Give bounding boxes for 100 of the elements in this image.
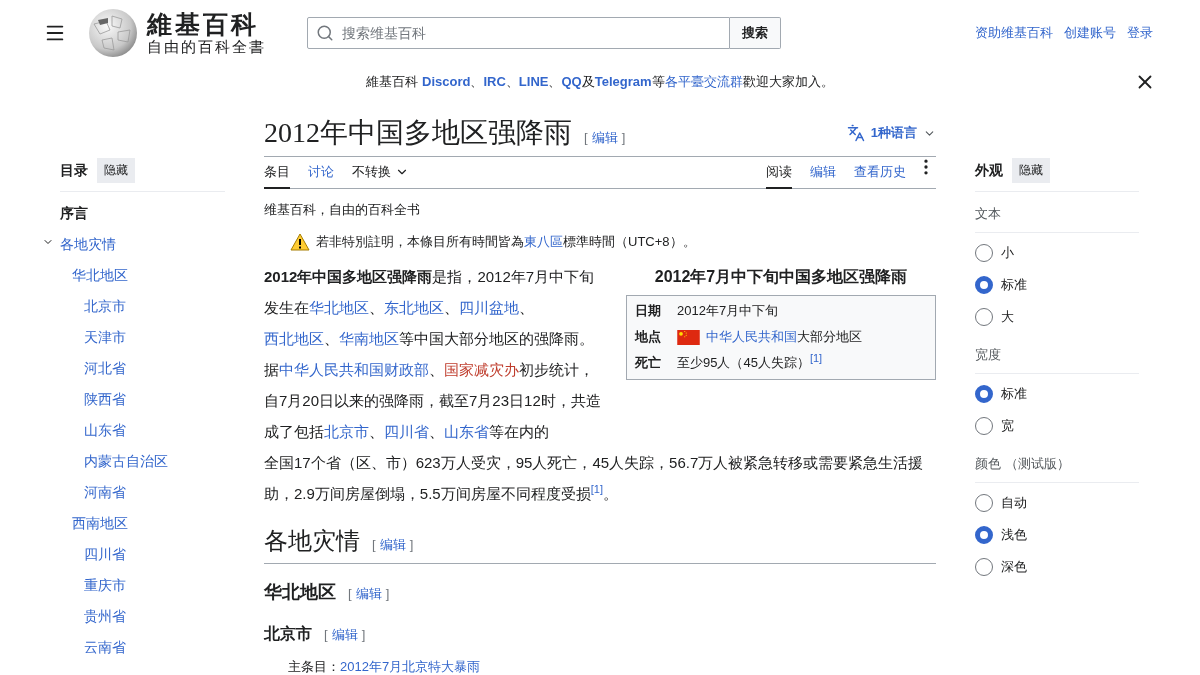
infobox-value: 中华人民共和国大部分地区	[706, 328, 862, 346]
radio-label: 自动	[1001, 494, 1027, 512]
toc-link[interactable]: 序言	[60, 198, 88, 229]
bracket: [	[584, 130, 588, 145]
wordmark: 維基百科	[147, 10, 260, 38]
toc-link[interactable]: 华北地区	[72, 260, 128, 291]
toc-link[interactable]: 重庆市	[84, 570, 126, 601]
hide-button[interactable]: 隐藏	[97, 158, 135, 183]
appearance-title: 外观	[975, 161, 1003, 180]
text-link[interactable]: Telegram	[594, 73, 652, 89]
page-title: 2012年中国多地区强降雨	[264, 116, 572, 150]
text-link[interactable]: 中华人民共和国财政部	[279, 361, 429, 378]
bracket: ]	[409, 537, 414, 552]
bracket: [	[324, 627, 328, 642]
language-button[interactable]: 1种语言	[846, 124, 936, 142]
toc-link[interactable]: 云南省	[84, 632, 126, 663]
text-link[interactable]: 東八區	[524, 234, 563, 249]
view-tab[interactable]: 编辑	[810, 157, 836, 189]
radio-button[interactable]	[975, 417, 993, 435]
toc-link[interactable]: 北京市	[84, 291, 126, 322]
toc-link[interactable]: 贵州省	[84, 601, 126, 632]
text-link[interactable]: 各平臺交流群	[664, 73, 743, 89]
text-link[interactable]: 华北地区	[309, 299, 369, 316]
radio-button[interactable]	[975, 558, 993, 576]
text-link[interactable]: 2012年7月北京特大暴雨	[340, 659, 481, 674]
toc-link[interactable]: 陕西省	[84, 384, 126, 415]
bracket: ]	[621, 130, 626, 145]
search-field[interactable]: 搜索维基百科	[307, 17, 730, 49]
variant-dropdown[interactable]: 不转换	[352, 157, 409, 189]
globe-logo-icon	[88, 8, 138, 58]
edit-link[interactable]: 编辑	[379, 536, 406, 554]
radio-button[interactable]	[975, 385, 993, 403]
text-link[interactable]: QQ	[561, 73, 582, 89]
user-link[interactable]: 创建账号	[1064, 24, 1116, 42]
translate-icon	[846, 124, 865, 142]
reference-link[interactable]: [1]	[590, 483, 603, 495]
text-link[interactable]: 华南地区	[339, 330, 399, 347]
bracket: ]	[385, 586, 390, 601]
view-tab[interactable]: 查看历史	[854, 157, 906, 189]
edit-link[interactable]: 编辑	[355, 585, 382, 603]
toc-link[interactable]: 四川省	[84, 539, 126, 570]
user-link[interactable]: 登录	[1127, 24, 1153, 42]
user-link[interactable]: 资助维基百科	[975, 24, 1053, 42]
infobox-label: 地点	[635, 328, 662, 346]
section-heading: 各地灾情	[264, 527, 360, 556]
text-link[interactable]: Discord	[422, 73, 471, 89]
radio-button[interactable]	[975, 494, 993, 512]
main-article-note: 主条目：2012年7月北京特大暴雨	[288, 658, 482, 675]
text-link[interactable]: 四川省	[384, 423, 429, 440]
radio-label: 大	[1001, 308, 1014, 326]
infobox-title: 2012年7月中下旬中国多地区强降雨	[653, 267, 909, 287]
timezone-notice: 若非特別註明，本條目所有時間皆為東八區標準時間（UTC+8）。	[316, 233, 696, 251]
radio-button[interactable]	[975, 244, 993, 262]
toc-link[interactable]: 山东省	[84, 415, 126, 446]
toc-link[interactable]: 河南省	[84, 477, 126, 508]
bracket: ]	[361, 627, 366, 642]
radio-button[interactable]	[975, 526, 993, 544]
toc-link[interactable]: 河北省	[84, 353, 126, 384]
infobox-label: 死亡	[635, 354, 662, 372]
option-group-label: 宽度	[975, 346, 1139, 374]
text-link[interactable]: 山东省	[444, 423, 489, 440]
infobox-value: 2012年7月中下旬	[677, 302, 779, 320]
text-link[interactable]: IRC	[483, 73, 506, 89]
infobox-value: 至少95人（45人失踪）$^{[1]}$	[677, 353, 823, 372]
banner-text: 維基百科 Discord、IRC、LINE、QQ及Telegram等各平臺交流群歡迎大家加入。	[366, 72, 834, 91]
page-tab[interactable]: 讨论	[308, 157, 334, 189]
text-link[interactable]: 东北地区	[384, 299, 444, 316]
missing-page-link[interactable]: 国家减灾办	[444, 361, 519, 378]
site-tagline: 自由的百科全書	[147, 37, 266, 56]
edit-link[interactable]: 编辑	[591, 129, 618, 147]
radio-button[interactable]	[975, 308, 993, 326]
search-icon	[316, 24, 334, 42]
lead-paragraph: 2012年中国多地区强降雨是指，2012年7月中下旬发生在华北地区、东北地区、四川盆地、 西北地区、华南地区等中国大部分地区的强降雨。据中华人民共和国财政部、国家减灾办初步统计，自7月20日以来的强降雨，截至7月23日12时，共造成了包括北京市、四川省、山东省等在内的	[264, 267, 602, 442]
text-link[interactable]: LINE	[518, 73, 549, 89]
search-button[interactable]: 搜索	[730, 17, 781, 49]
bracket: [	[372, 537, 376, 552]
radio-label: 小	[1001, 244, 1014, 262]
page-tab[interactable]: 条目	[264, 157, 290, 189]
toc-link[interactable]: 西南地区	[72, 508, 128, 539]
toc-link[interactable]: 天津市	[84, 322, 126, 353]
warning-icon	[290, 233, 310, 251]
reference-link[interactable]: [1]	[809, 351, 823, 364]
option-group-label: 文本	[975, 205, 1139, 233]
option-group-label: 颜色 （测试版）	[975, 455, 1139, 483]
view-tab[interactable]: 阅读	[766, 157, 792, 189]
text-link[interactable]: 西北地区	[264, 330, 324, 347]
radio-label: 标准	[1001, 385, 1027, 403]
text-link[interactable]: 中华人民共和国	[706, 329, 797, 344]
text-link[interactable]: 四川盆地	[459, 299, 519, 316]
toc-link[interactable]: 内蒙古自治区	[84, 446, 168, 477]
edit-link[interactable]: 编辑	[331, 626, 358, 644]
radio-label: 标准	[1001, 276, 1027, 294]
toc-link[interactable]: 各地灾情	[60, 229, 116, 260]
radio-button[interactable]	[975, 276, 993, 294]
infobox-label: 日期	[635, 302, 662, 320]
text-link[interactable]: 北京市	[324, 423, 369, 440]
subsection-heading: 华北地区	[264, 581, 336, 604]
bracket: [	[348, 586, 352, 601]
hide-button[interactable]: 隐藏	[1012, 158, 1050, 183]
article-tagline: 维基百科，自由的百科全书	[264, 201, 421, 219]
